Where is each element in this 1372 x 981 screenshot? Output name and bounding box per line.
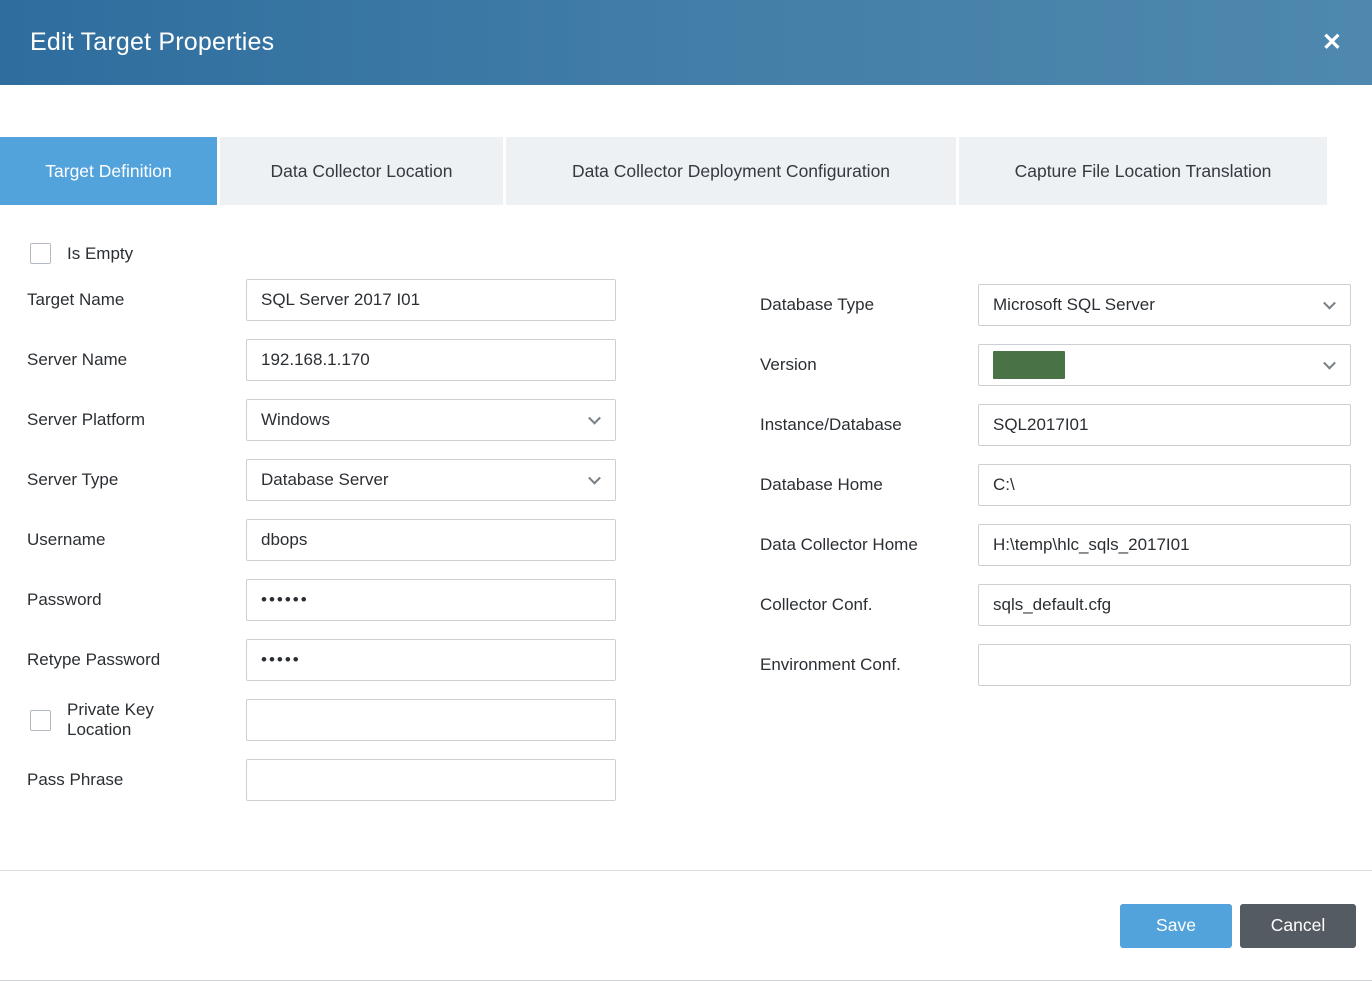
is-empty-checkbox[interactable]	[30, 243, 51, 264]
environment-conf-input[interactable]	[978, 644, 1351, 686]
version-selected-highlight	[993, 351, 1065, 379]
pass-phrase-input[interactable]	[246, 759, 616, 801]
instance-database-row: Instance/Database	[760, 404, 1351, 446]
is-empty-label: Is Empty	[67, 244, 133, 264]
database-type-select[interactable]: Microsoft SQL Server	[978, 284, 1351, 326]
dialog-title: Edit Target Properties	[30, 28, 274, 57]
cancel-button[interactable]: Cancel	[1240, 904, 1356, 948]
private-key-location-row: Private Key Location	[27, 699, 616, 741]
version-select[interactable]	[978, 344, 1351, 386]
dialog-footer: Save Cancel	[0, 870, 1372, 980]
save-button[interactable]: Save	[1120, 904, 1232, 948]
close-icon[interactable]: ✕	[1322, 31, 1342, 55]
database-type-row: Database Type Microsoft SQL Server	[760, 284, 1351, 326]
private-key-location-checkbox[interactable]	[30, 710, 51, 731]
private-key-location-input[interactable]	[246, 699, 616, 741]
instance-database-label: Instance/Database	[760, 415, 978, 435]
database-home-label: Database Home	[760, 475, 978, 495]
password-input[interactable]	[246, 579, 616, 621]
retype-password-input[interactable]	[246, 639, 616, 681]
form-column-left: Is Empty Target Name Server Name Server …	[27, 243, 616, 870]
server-name-row: Server Name	[27, 339, 616, 381]
environment-conf-label: Environment Conf.	[760, 655, 978, 675]
server-platform-label: Server Platform	[27, 410, 246, 430]
chevron-down-icon	[1323, 297, 1336, 310]
form-area: Is Empty Target Name Server Name Server …	[0, 205, 1372, 870]
private-key-location-label-line1: Private Key	[67, 700, 154, 719]
version-label: Version	[760, 355, 978, 375]
username-row: Username	[27, 519, 616, 561]
private-key-location-label-group: Private Key Location	[27, 700, 246, 741]
private-key-location-label: Private Key Location	[67, 700, 154, 741]
form-column-right: Database Type Microsoft SQL Server Versi…	[760, 284, 1351, 870]
data-collector-home-row: Data Collector Home	[760, 524, 1351, 566]
pass-phrase-label: Pass Phrase	[27, 770, 246, 790]
dialog-header: Edit Target Properties ✕	[0, 0, 1372, 85]
database-type-value: Microsoft SQL Server	[993, 295, 1155, 315]
tab-target-definition[interactable]: Target Definition	[0, 137, 217, 205]
server-type-label: Server Type	[27, 470, 246, 490]
retype-password-row: Retype Password	[27, 639, 616, 681]
collector-conf-input[interactable]	[978, 584, 1351, 626]
edit-target-properties-dialog: Edit Target Properties ✕ Target Definiti…	[0, 0, 1372, 981]
chevron-down-icon	[588, 472, 601, 485]
password-label: Password	[27, 590, 246, 610]
server-platform-select[interactable]: Windows	[246, 399, 616, 441]
username-input[interactable]	[246, 519, 616, 561]
database-type-label: Database Type	[760, 295, 978, 315]
pass-phrase-row: Pass Phrase	[27, 759, 616, 801]
chevron-down-icon	[588, 412, 601, 425]
username-label: Username	[27, 530, 246, 550]
collector-conf-row: Collector Conf.	[760, 584, 1351, 626]
password-row: Password	[27, 579, 616, 621]
is-empty-row: Is Empty	[27, 243, 616, 264]
data-collector-home-label: Data Collector Home	[760, 535, 978, 555]
tab-data-collector-deployment-configuration[interactable]: Data Collector Deployment Configuration	[506, 137, 956, 205]
environment-conf-row: Environment Conf.	[760, 644, 1351, 686]
server-platform-value: Windows	[261, 410, 330, 430]
tab-capture-file-location-translation[interactable]: Capture File Location Translation	[959, 137, 1327, 205]
target-name-input[interactable]	[246, 279, 616, 321]
target-name-row: Target Name	[27, 279, 616, 321]
server-platform-row: Server Platform Windows	[27, 399, 616, 441]
retype-password-label: Retype Password	[27, 650, 246, 670]
database-home-input[interactable]	[978, 464, 1351, 506]
instance-database-input[interactable]	[978, 404, 1351, 446]
server-type-row: Server Type Database Server	[27, 459, 616, 501]
server-type-value: Database Server	[261, 470, 389, 490]
server-name-input[interactable]	[246, 339, 616, 381]
database-home-row: Database Home	[760, 464, 1351, 506]
tab-data-collector-location[interactable]: Data Collector Location	[220, 137, 503, 205]
data-collector-home-input[interactable]	[978, 524, 1351, 566]
collector-conf-label: Collector Conf.	[760, 595, 978, 615]
tab-bar: Target Definition Data Collector Locatio…	[0, 137, 1372, 205]
private-key-location-label-line2: Location	[67, 720, 131, 739]
server-type-select[interactable]: Database Server	[246, 459, 616, 501]
target-name-label: Target Name	[27, 290, 246, 310]
version-row: Version	[760, 344, 1351, 386]
chevron-down-icon	[1323, 357, 1336, 370]
server-name-label: Server Name	[27, 350, 246, 370]
